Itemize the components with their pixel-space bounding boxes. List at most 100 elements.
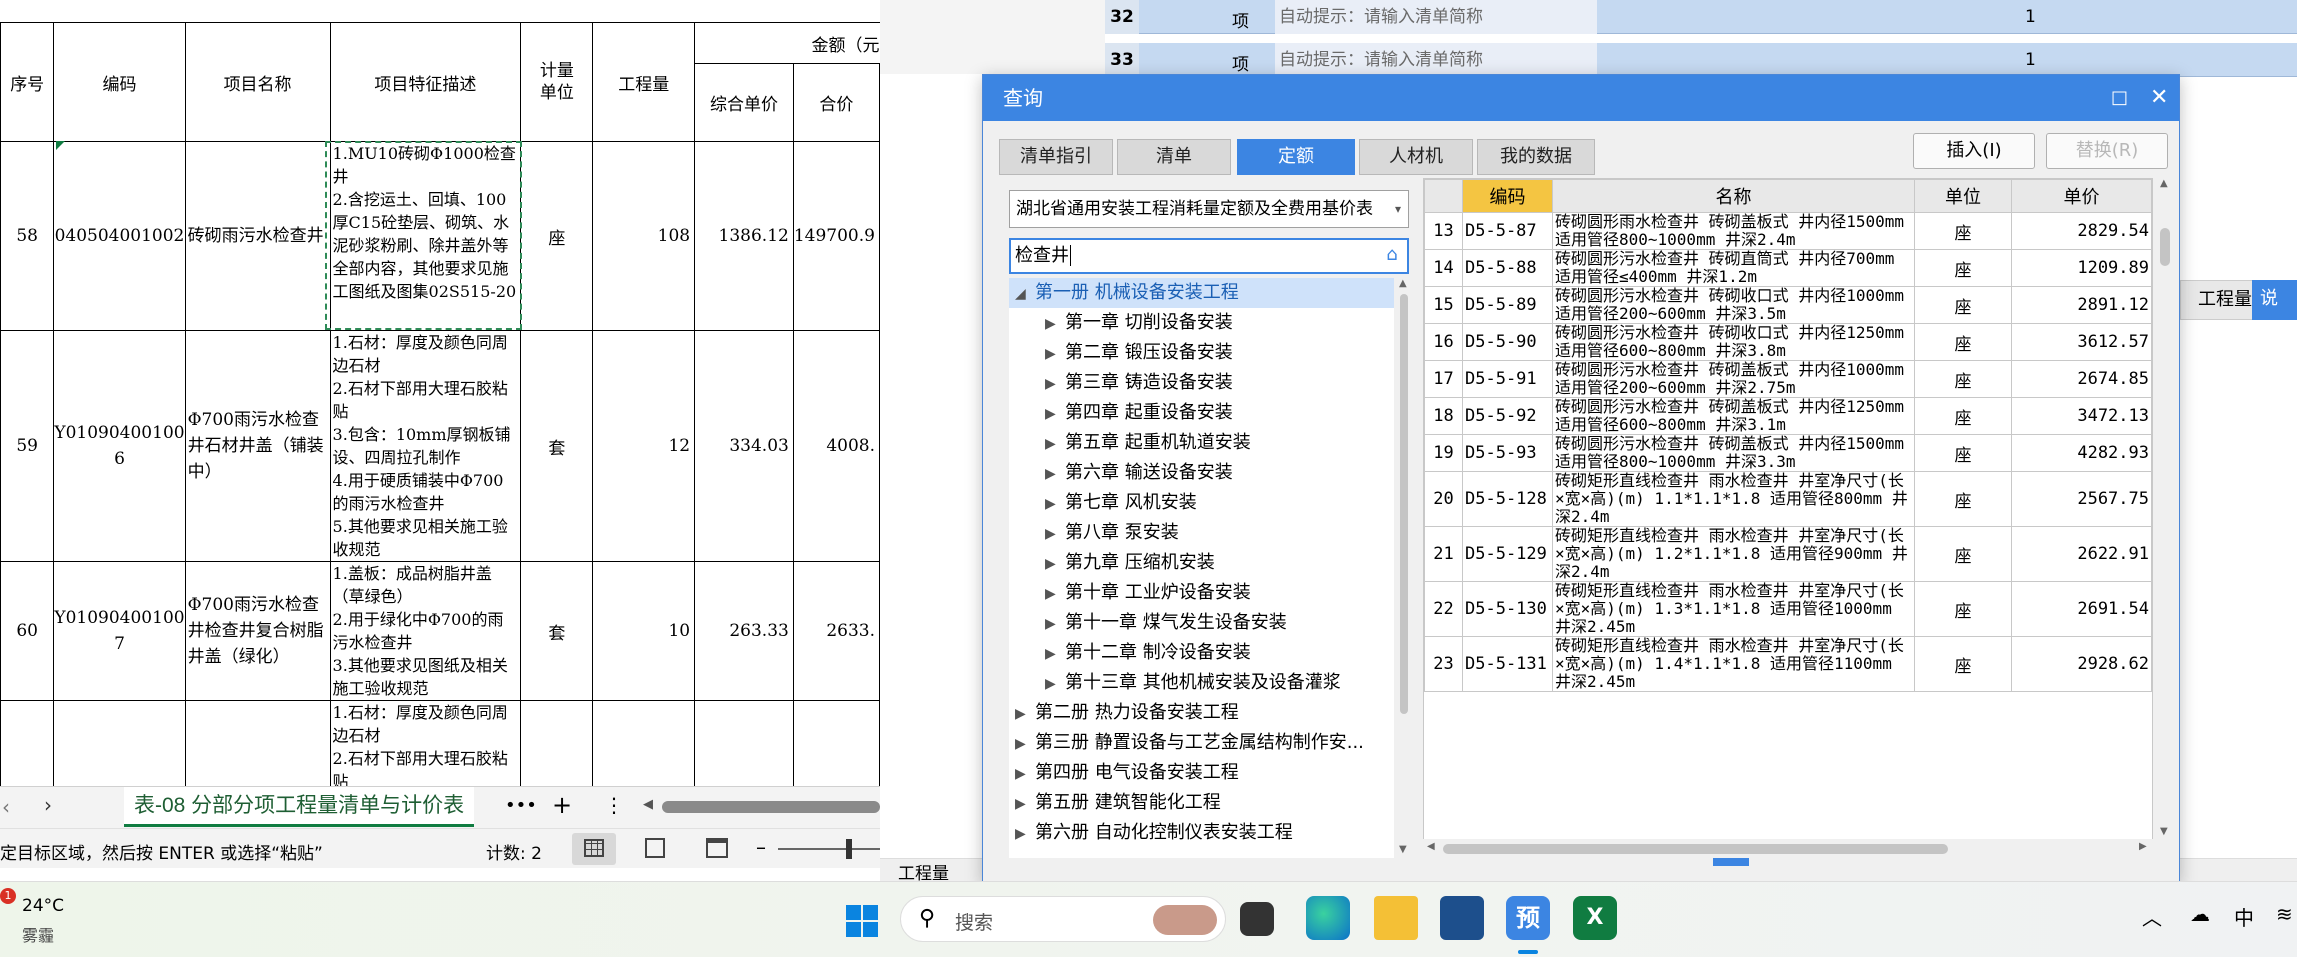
task-view-icon[interactable] [1240,902,1274,936]
cell-seq[interactable]: 60 [0,561,55,701]
zoom-slider-thumb[interactable] [846,839,852,859]
header-feature[interactable]: 项目特征描述 [329,22,522,142]
tree-chapter-node[interactable]: ▶ 第十章 工业炉设备安装 [1009,578,1394,608]
header-seq[interactable]: 序号 [0,22,55,142]
header-unit-price[interactable]: 综合单价 [694,63,794,142]
cell-row-number[interactable]: 16 [1424,323,1463,361]
cell-quota-code[interactable]: D5-5-131 [1462,636,1553,692]
table-row[interactable]: 13 D5-5-87 砖砌圆形雨水检查井 砖砌盖板式 井内径1500mm 适用管径8… [1424,212,2152,250]
table-row[interactable]: 20 D5-5-128 砖砌矩形直线检查井 雨水检查井 井室净尺寸(长×宽×高)(m… [1424,471,2152,527]
header-total[interactable]: 合价 [792,63,880,142]
cell-quota-name[interactable]: 砖砌圆形污水检查井 砖砌盖板式 井内径1250mm 适用管径600~800mm … [1552,397,1915,435]
cell-row-number[interactable]: 13 [1424,212,1463,250]
sheet-options-icon[interactable]: ⋮ [604,793,624,817]
normal-view-button[interactable] [572,833,616,865]
chevron-down-icon[interactable]: ▾ [1388,191,1408,227]
cell-seq[interactable]: 58 [0,141,55,331]
cell-quota-code[interactable]: D5-5-89 [1462,286,1553,324]
col-header-unit[interactable]: 单位 [1914,179,2012,213]
collapsed-arrow-icon[interactable]: ▶ [1045,519,1065,549]
scroll-right-icon[interactable]: ▶ [2139,841,2147,852]
scroll-left-icon[interactable]: ◀ [1427,841,1435,852]
col-header-code[interactable]: 编码 [1462,179,1553,213]
edge-browser-icon[interactable] [1306,896,1350,940]
cell-unit[interactable] [520,700,594,794]
cell-quota-unit[interactable]: 座 [1914,360,2012,398]
row-hint[interactable]: 自动提示：请输入清单简称 [1275,43,1597,77]
cell-quota-code[interactable]: D5-5-90 [1462,323,1553,361]
cell-name[interactable]: Φ700雨污水检查井石材井盖（铺装中） [184,330,331,562]
tree-chapter-node[interactable]: ▶ 第四章 起重设备安装 [1009,398,1394,428]
cell-qty[interactable] [592,700,696,794]
cell-quota-unit[interactable]: 座 [1914,212,2012,250]
dialog-titlebar[interactable]: 查询 □ ✕ [983,75,2179,121]
collapsed-arrow-icon[interactable]: ▶ [1015,699,1035,729]
cell-quota-unit[interactable]: 座 [1914,471,2012,527]
cell-code[interactable]: 040504001002 [53,141,186,331]
cell-quota-price[interactable]: 1209.89 [2011,249,2152,287]
scroll-down-icon[interactable]: ▼ [1399,844,1407,855]
prev-sheet-icon[interactable]: ‹ [2,795,10,819]
collapsed-arrow-icon[interactable]: ▶ [1015,819,1035,849]
collapsed-arrow-icon[interactable]: ▶ [1045,339,1065,369]
cell-quota-name[interactable]: 砖砌圆形污水检查井 砖砌盖板式 井内径1000mm 适用管径200~600mm … [1552,360,1915,398]
tree-scroll-thumb[interactable] [1400,294,1408,714]
header-amount[interactable]: 金额（元 [694,22,880,64]
cell-quota-name[interactable]: 砖砌圆形污水检查井 砖砌收口式 井内径1250mm 适用管径600~800mm … [1552,323,1915,361]
tree-chapter-node[interactable]: ▶ 第一章 切削设备安装 [1009,308,1394,338]
more-sheets-button[interactable]: ••• [505,795,537,816]
cell-row-number[interactable]: 18 [1424,397,1463,435]
cell-unit[interactable]: 套 [520,330,594,562]
cell-quota-unit[interactable]: 座 [1914,434,2012,472]
cell-quota-name[interactable]: 砖砌矩形直线检查井 雨水检查井 井室净尺寸(长×宽×高)(m) 1.3*1.1*… [1552,581,1915,637]
tree-chapter-node[interactable]: ▶ 第八章 泵安装 [1009,518,1394,548]
tree-chapter-node[interactable]: ▶ 第九章 压缩机安装 [1009,548,1394,578]
cloud-icon[interactable]: ☁ [2190,902,2210,926]
collapsed-arrow-icon[interactable]: ▶ [1045,429,1065,459]
row-hint[interactable]: 自动提示：请输入清单简称 [1275,0,1597,34]
tree-volume-node[interactable]: ▶ 第三册 静置设备与工艺金属结构制作安... [1009,728,1394,758]
collapsed-arrow-icon[interactable]: ▶ [1045,669,1065,699]
tree-chapter-node[interactable]: ▶ 第十三章 其他机械安装及设备灌浆 [1009,668,1394,698]
cell-unit-price[interactable] [694,700,794,794]
table-row[interactable]: 18 D5-5-92 砖砌圆形污水检查井 砖砌盖板式 井内径1250mm 适用管径6… [1424,397,2152,435]
cell-feature[interactable]: 1.石材：厚度及颜色同周边石材 2.石材下部用大理石胶粘贴 3.包含：10mm厚… [329,330,522,562]
cell-quota-price[interactable]: 4282.93 [2011,434,2152,472]
cell-quota-code[interactable]: D5-5-129 [1462,526,1553,582]
tab-labor-material[interactable]: 人材机 [1359,139,1473,175]
cell-quota-price[interactable]: 2622.91 [2011,526,2152,582]
cell-quota-unit[interactable]: 座 [1914,397,2012,435]
taskbar-search[interactable]: ⚲ 搜索 [900,896,1226,942]
cell-quota-name[interactable]: 砖砌矩形直线检查井 雨水检查井 井室净尺寸(长×宽×高)(m) 1.4*1.1*… [1552,636,1915,692]
splitter-handle[interactable] [1713,858,1749,866]
table-hscroll-thumb[interactable] [1443,844,1948,854]
collapsed-arrow-icon[interactable]: ▶ [1045,609,1065,639]
cell-qty[interactable]: 108 [592,141,696,331]
tree-chapter-node[interactable]: ▶ 第五章 起重机轨道安装 [1009,428,1394,458]
cell-row-number[interactable]: 22 [1424,581,1463,637]
cell-feature[interactable]: 1.MU10砖砌Φ1000检查井 2.含挖运土、回填、100厚C15砼垫层、砌筑… [329,141,522,331]
table-scroll-thumb[interactable] [2160,228,2170,266]
tree-vertical-scrollbar[interactable]: ▲ ▼ [1397,278,1411,860]
file-explorer-icon[interactable] [1374,896,1418,940]
table-row[interactable]: 22 D5-5-130 砖砌矩形直线检查井 雨水检查井 井室净尺寸(长×宽×高)(m… [1424,581,2152,637]
sheet-tab-active[interactable]: 表-08 分部分项工程量清单与计价表 [124,787,475,827]
collapsed-arrow-icon[interactable]: ▶ [1015,789,1035,819]
ime-language-indicator[interactable]: 中 [2234,902,2254,931]
collapsed-arrow-icon[interactable]: ▶ [1045,399,1065,429]
cell-quota-unit[interactable]: 座 [1914,526,2012,582]
tree-volume-node[interactable]: ▶ 第六册 自动化控制仪表安装工程 [1009,818,1394,848]
bg-grid-row[interactable]: 33 项 自动提示：请输入清单简称 1 [1105,43,2297,77]
store-icon[interactable] [1440,896,1484,940]
cell-feature[interactable]: 1.盖板：成品树脂井盖（草绿色） 2.用于绿化中Φ700的雨污水检查井 3.其他… [329,561,522,701]
tree-chapter-node[interactable]: ▶ 第十二章 制冷设备安装 [1009,638,1394,668]
tree-volume-node[interactable]: ▶ 第二册 热力设备安装工程 [1009,698,1394,728]
collapsed-arrow-icon[interactable]: ▶ [1045,309,1065,339]
cell-quota-name[interactable]: 砖砌圆形污水检查井 砖砌收口式 井内径1000mm 适用管径200~600mm … [1552,286,1915,324]
cell-name[interactable]: 砖砌雨污水检查井 [184,141,331,331]
maximize-icon[interactable]: □ [2111,75,2128,121]
insert-button[interactable]: 插入(I) [1913,133,2035,169]
collapsed-arrow-icon[interactable]: ▶ [1045,549,1065,579]
search-input[interactable]: 检查井 ⌂ [1009,238,1409,274]
cell-total[interactable]: 4008. [792,330,880,562]
